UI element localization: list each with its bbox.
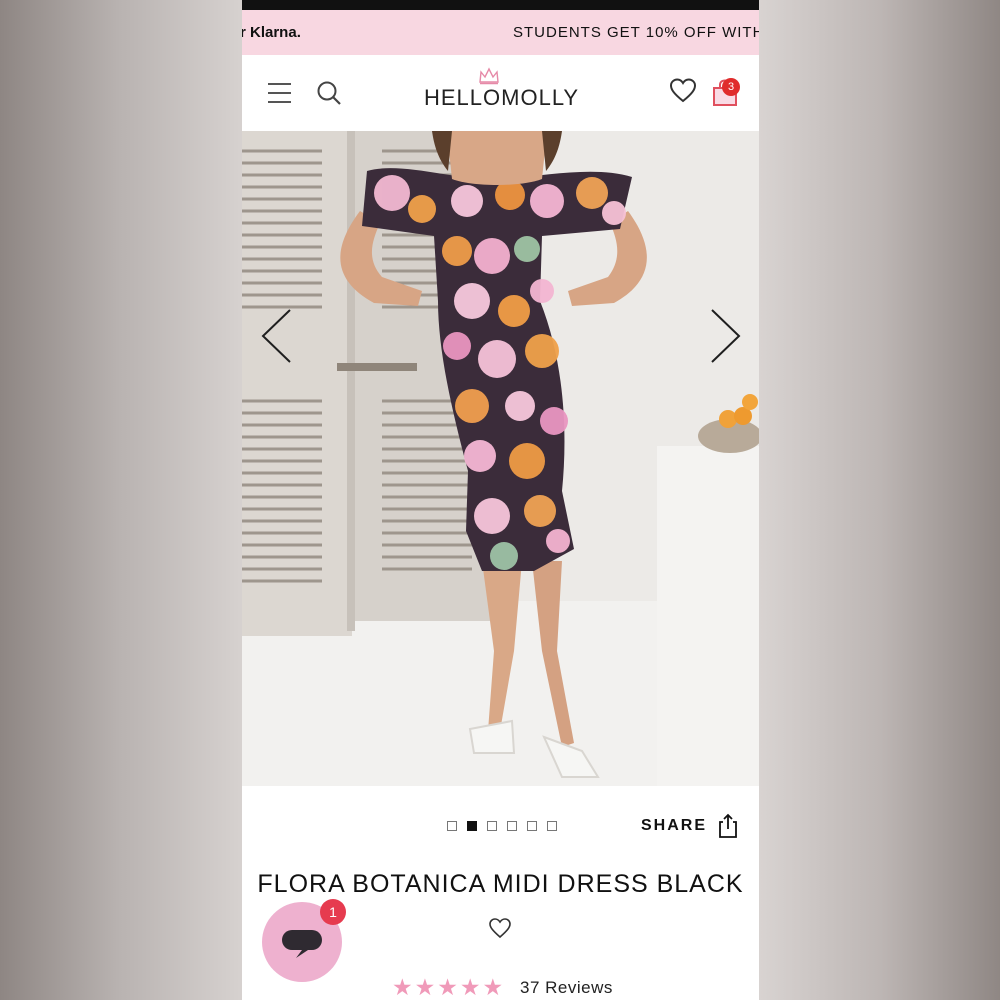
heart-icon[interactable] xyxy=(669,77,697,105)
chevron-left-icon[interactable] xyxy=(260,308,292,364)
gallery-dot-active[interactable] xyxy=(467,821,477,831)
gallery-dot[interactable] xyxy=(487,821,497,831)
promo-students-text: STUDENTS GET 10% OFF WITH UI xyxy=(513,24,759,41)
search-icon[interactable] xyxy=(315,79,343,107)
promo-bar[interactable]: r Klarna. STUDENTS GET 10% OFF WITH UI xyxy=(242,10,759,55)
chat-unread-badge: 1 xyxy=(320,899,346,925)
site-header: HELLOMOLLY 3 xyxy=(242,55,759,131)
gallery-dot[interactable] xyxy=(547,821,557,831)
gallery-dot[interactable] xyxy=(527,821,537,831)
star-icon: ★ xyxy=(482,974,504,1000)
phone-screen: r Klarna. STUDENTS GET 10% OFF WITH UI H… xyxy=(242,0,759,1000)
share-label: SHARE xyxy=(641,817,708,834)
promo-klarna-text: r Klarna. xyxy=(242,24,301,41)
gallery-dot[interactable] xyxy=(447,821,457,831)
reviews-link[interactable]: 37 Reviews xyxy=(520,978,613,998)
gallery-dots xyxy=(447,821,557,833)
rating-stars[interactable]: ★ ★ ★ ★ ★ xyxy=(392,975,503,999)
star-icon: ★ xyxy=(437,974,458,1000)
wishlist-heart-icon[interactable] xyxy=(488,916,512,940)
star-icon: ★ xyxy=(414,974,436,1000)
cart-count-badge: 3 xyxy=(722,78,740,96)
star-icon: ★ xyxy=(459,974,481,1000)
menu-icon[interactable] xyxy=(268,83,291,103)
crown-icon xyxy=(479,67,499,85)
logo-text: HELLOMOLLY xyxy=(424,85,580,110)
product-image[interactable] xyxy=(242,131,759,786)
gallery-dot[interactable] xyxy=(507,821,517,831)
star-icon: ★ xyxy=(392,974,413,1000)
share-button[interactable]: SHARE xyxy=(641,812,739,840)
product-photo xyxy=(242,131,759,786)
chevron-right-icon[interactable] xyxy=(710,308,742,364)
status-strip xyxy=(242,0,759,10)
product-title: FLORA BOTANICA MIDI DRESS BLACK xyxy=(257,870,744,898)
site-logo[interactable]: HELLOMOLLY xyxy=(424,67,580,117)
share-icon xyxy=(719,813,737,838)
